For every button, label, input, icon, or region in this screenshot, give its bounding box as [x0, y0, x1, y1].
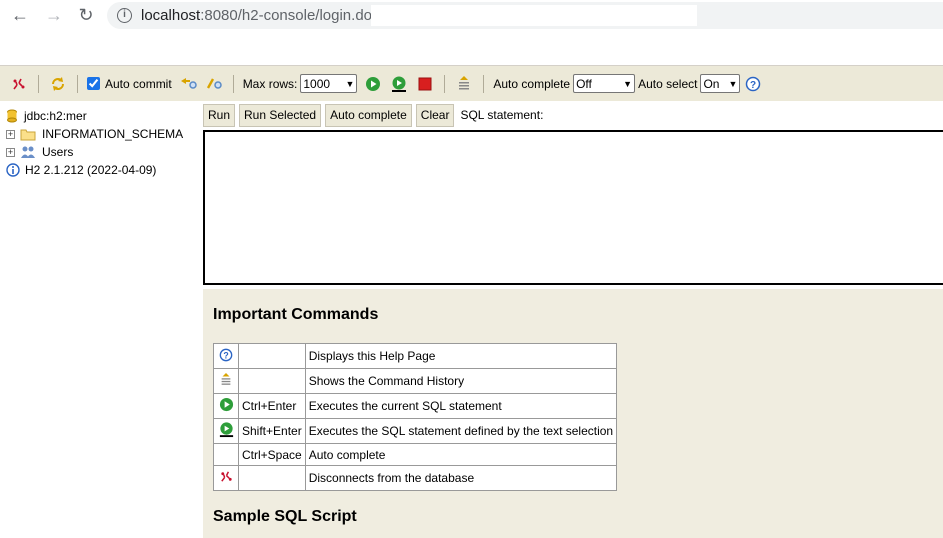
h2-toolbar: Auto commit Max rows: 1000 ▼ Auto complet…	[0, 65, 943, 101]
auto-commit-checkbox[interactable]	[87, 77, 100, 90]
table-row: ? Displays this Help Page	[213, 343, 618, 369]
shortcut-cell: Ctrl+Enter	[238, 393, 306, 419]
description-cell: Executes the SQL statement defined by th…	[304, 418, 618, 444]
chevron-down-icon: ▼	[623, 78, 633, 89]
stop-icon[interactable]	[415, 74, 435, 94]
auto-complete-value: Off	[576, 76, 592, 91]
users-icon	[21, 146, 35, 158]
run-selected-button[interactable]: Run Selected	[239, 103, 322, 127]
forward-arrow-icon[interactable]: →	[42, 3, 66, 27]
run-icon	[213, 393, 239, 419]
table-row: Shows the Command History	[213, 368, 618, 394]
auto-complete-button[interactable]: Auto complete	[325, 103, 412, 127]
auto-select-select[interactable]: On ▼	[700, 74, 741, 93]
auto-select-label: Auto select	[638, 76, 698, 91]
auto-complete-label: Auto complete	[493, 76, 571, 91]
tree-item-information-schema[interactable]: + INFORMATION_SCHEMA	[6, 125, 183, 143]
rollback-icon[interactable]	[178, 74, 198, 94]
tree-item-connection[interactable]: jdbc:h2:mer	[6, 107, 87, 125]
run-selected-icon	[213, 418, 239, 444]
folder-icon	[20, 129, 36, 140]
info-icon	[6, 163, 20, 177]
query-bar: Run Run Selected Auto complete Clear SQL…	[201, 101, 943, 129]
history-icon	[213, 368, 239, 394]
toolbar-separator	[77, 74, 78, 93]
address-bar[interactable]: i localhost:8080/h2-console/login.do?	[107, 2, 943, 29]
commit-icon[interactable]	[204, 74, 224, 94]
table-row: Disconnects from the database	[213, 465, 618, 491]
description-cell: Disconnects from the database	[304, 465, 618, 491]
description-cell: Displays this Help Page	[304, 343, 618, 369]
history-icon[interactable]	[454, 74, 474, 94]
url-text: localhost:8080/h2-console/login.do?	[141, 7, 380, 24]
back-arrow-icon[interactable]: ←	[8, 3, 32, 27]
description-cell: Executes the current SQL statement	[304, 393, 618, 419]
empty-icon-cell	[213, 443, 239, 466]
pane-splitter[interactable]	[197, 101, 201, 538]
toolbar-separator	[483, 74, 485, 93]
description-cell: Auto complete	[304, 443, 618, 466]
expand-icon[interactable]: +	[6, 147, 15, 157]
shortcut-cell	[238, 465, 306, 491]
schema-label: INFORMATION_SCHEMA	[42, 127, 184, 141]
database-tree: jdbc:h2:mer + INFORMATION_SCHEMA + Users…	[0, 101, 197, 538]
shortcut-cell	[238, 368, 306, 394]
clear-button[interactable]: Clear	[415, 103, 455, 127]
chevron-down-icon: ▼	[728, 78, 738, 89]
max-rows-value: 1000	[303, 76, 331, 91]
run-selected-icon[interactable]	[389, 74, 409, 94]
shortcut-cell	[238, 343, 306, 369]
table-row: Ctrl+Enter Executes the current SQL stat…	[213, 393, 618, 419]
svg-text:?: ?	[223, 350, 228, 360]
svg-text:?: ?	[750, 80, 756, 91]
help-icon: ?	[213, 343, 239, 369]
url-path: :8080/h2-console/login.do?	[200, 7, 381, 24]
toolbar-separator	[232, 74, 234, 93]
commands-table: ? Displays this Help Page Shows the Comm…	[213, 343, 618, 491]
chevron-down-icon: ▼	[345, 78, 355, 89]
run-button[interactable]: Run	[203, 103, 236, 127]
auto-commit-label: Auto commit	[105, 76, 172, 91]
toolbar-separator	[444, 74, 446, 93]
table-row: Shift+Enter Executes the SQL statement d…	[213, 418, 618, 444]
refresh-icon[interactable]	[48, 74, 68, 94]
disconnect-icon	[213, 465, 239, 491]
users-label: Users	[42, 145, 74, 159]
connection-label: jdbc:h2:mer	[24, 109, 87, 123]
sql-editor[interactable]	[203, 130, 943, 285]
description-cell: Shows the Command History	[304, 368, 618, 394]
help-panel: Important Commands ? Displays this Help …	[203, 289, 943, 538]
expand-icon[interactable]: +	[6, 129, 15, 139]
shortcut-cell: Ctrl+Space	[238, 443, 306, 466]
reload-icon[interactable]: ↻	[74, 3, 98, 27]
run-icon[interactable]	[363, 74, 383, 94]
auto-select-value: On	[703, 76, 720, 91]
toolbar-separator	[38, 74, 39, 93]
database-icon	[7, 109, 17, 123]
table-row: Ctrl+Space Auto complete	[213, 443, 618, 466]
help-icon[interactable]: ?	[743, 74, 763, 94]
site-info-icon[interactable]: i	[117, 8, 132, 23]
tree-item-users[interactable]: + Users	[6, 143, 73, 161]
max-rows-select[interactable]: 1000 ▼	[300, 74, 358, 93]
version-label: H2 2.1.212 (2022-04-09)	[25, 163, 157, 177]
important-commands-heading: Important Commands	[213, 306, 379, 323]
shortcut-cell: Shift+Enter	[238, 418, 306, 444]
sample-sql-heading: Sample SQL Script	[213, 508, 357, 525]
disconnect-icon[interactable]	[9, 74, 29, 94]
sql-statement-label: SQL statement:	[460, 108, 544, 122]
url-host: localhost	[141, 7, 201, 24]
tree-item-version: H2 2.1.212 (2022-04-09)	[6, 161, 156, 179]
browser-toolbar: ← → ↻ i localhost:8080/h2-console/login.…	[0, 0, 943, 31]
redacted-url-region	[371, 5, 697, 26]
max-rows-label: Max rows:	[242, 76, 298, 91]
auto-complete-select[interactable]: Off ▼	[573, 74, 636, 93]
